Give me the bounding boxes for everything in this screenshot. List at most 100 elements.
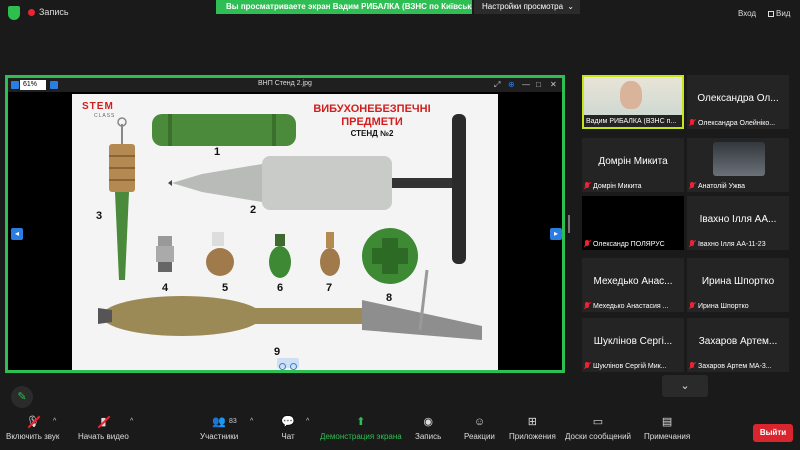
maximize-icon[interactable]: □ bbox=[536, 80, 541, 89]
muted-mic-icon bbox=[584, 362, 590, 369]
participant-name-large: Іваxно Ілля АА... bbox=[699, 214, 777, 225]
top-bar: Запись Вы просматриваете экран Вадим РИБ… bbox=[0, 0, 800, 26]
participant-name-large: Ирина Шпортко bbox=[701, 276, 775, 287]
close-icon[interactable]: ✕ bbox=[550, 80, 557, 89]
prev-image-icon[interactable]: ◂ bbox=[11, 228, 23, 240]
security-shield-icon[interactable] bbox=[8, 6, 20, 20]
zoom-in-icon[interactable]: ⊕ bbox=[508, 80, 515, 89]
grid-icon bbox=[768, 11, 774, 17]
chevron-down-icon: ⌄ bbox=[680, 380, 690, 392]
participant-tile[interactable]: Мехедько Анас... Мехедько Анастасия ... bbox=[582, 258, 684, 312]
participant-tile[interactable]: Олександра Ол... Олександра Олейніко... bbox=[687, 75, 789, 129]
participant-name-large: Захаров Артем... bbox=[698, 336, 778, 347]
panel-resize-handle[interactable] bbox=[568, 215, 570, 233]
whiteboards-label: Доски сообщений bbox=[565, 432, 632, 441]
zoom-level[interactable]: 61% bbox=[20, 80, 46, 90]
mic-muted-icon: 🎙 bbox=[26, 415, 41, 429]
muted-mic-icon bbox=[584, 240, 590, 247]
muted-mic-icon bbox=[689, 362, 695, 369]
participant-name: Анатолій Ужва bbox=[698, 183, 746, 190]
item-number: 7 bbox=[326, 282, 333, 294]
participant-tile[interactable]: Захаров Артем... Захаров Артем МА-3... bbox=[687, 318, 789, 372]
item-number: 8 bbox=[386, 292, 393, 304]
participant-tile[interactable]: Домрін Микита Домрін Микита bbox=[582, 138, 684, 192]
participant-name-large: Олександра Ол... bbox=[697, 93, 779, 104]
rotate-left-icon[interactable] bbox=[279, 363, 286, 370]
participant-name-large: Домрін Микита bbox=[598, 156, 668, 167]
view-button[interactable]: Вид bbox=[768, 9, 790, 18]
poster-title: ВИБУХОНЕБЕЗПЕЧНІ ПРЕДМЕТИ bbox=[310, 103, 434, 129]
chat-caret-icon[interactable]: ^ bbox=[306, 418, 309, 425]
item-number: 6 bbox=[277, 282, 284, 294]
next-image-icon[interactable]: ▸ bbox=[550, 228, 562, 240]
participant-name-large: Мехедько Анас... bbox=[593, 276, 673, 287]
annotate-pencil-icon[interactable]: ✎ bbox=[11, 386, 33, 408]
apps-label: Приложения bbox=[509, 432, 556, 441]
participants-count: 83 bbox=[229, 418, 237, 425]
muted-mic-icon bbox=[689, 240, 695, 247]
reactions-button[interactable]: ☺ Реакции bbox=[464, 416, 495, 441]
participant-tile[interactable]: Олександр ПОЛЯРУС bbox=[582, 196, 684, 250]
item-number: 5 bbox=[222, 282, 229, 294]
participant-name: Мехедько Анастасия ... bbox=[593, 303, 669, 310]
chat-icon: 💬 bbox=[281, 416, 295, 428]
participants-caret-icon[interactable]: ^ bbox=[250, 418, 253, 425]
shared-screen: 61% ВНП Стенд 2.jpg ⤢ ⊕ — □ ✕ ◂ ▸ STEM C… bbox=[5, 75, 565, 373]
record-label: Запись bbox=[415, 432, 442, 441]
fullscreen-icon[interactable]: ⤢ bbox=[494, 80, 500, 90]
notes-button[interactable]: ▤ Примечания bbox=[644, 416, 690, 441]
stem-logo-sub: CLASS bbox=[94, 113, 116, 119]
participant-tile[interactable]: Іваxно Ілля АА... Іваxно Ілля АА-11-23 bbox=[687, 196, 789, 250]
item-number: 2 bbox=[250, 204, 257, 216]
muted-mic-icon bbox=[689, 302, 695, 309]
participant-name-bar: Мехедько Анастасия ... bbox=[584, 302, 668, 310]
participant-tile[interactable]: Шуклінов Сергі... Шуклінов Сергій Мик... bbox=[582, 318, 684, 372]
participant-name-bar: Захаров Артем МА-3... bbox=[689, 362, 772, 370]
record-button[interactable]: ◉ Запись bbox=[415, 416, 441, 441]
poster-title-line1: ВИБУХОНЕБЕЗПЕЧНІ bbox=[313, 103, 431, 115]
rotate-right-icon[interactable] bbox=[290, 363, 297, 370]
whiteboards-button[interactable]: ▭ Доски сообщений bbox=[565, 416, 631, 441]
participant-tile[interactable]: Вадим РИБАЛКА (ВЗНС п... bbox=[582, 75, 684, 129]
video-options-caret-icon[interactable]: ^ bbox=[130, 418, 133, 425]
share-screen-button[interactable]: ⬆ Демонстрация экрана bbox=[320, 416, 402, 441]
leave-meeting-button[interactable]: Выйти bbox=[753, 424, 793, 442]
participant-name: Шуклінов Сергій Мик... bbox=[593, 363, 667, 370]
explosive-objects-poster: STEM CLASS ВИБУХОНЕБЕЗПЕЧНІ ПРЕДМЕТИ СТЕ… bbox=[72, 94, 498, 370]
participant-name: Олександра Олейніко... bbox=[698, 120, 776, 127]
view-label: Вид bbox=[776, 9, 791, 18]
participant-tile[interactable]: Ирина Шпортко Ирина Шпортко bbox=[687, 258, 789, 312]
chevron-down-icon: ⌄ bbox=[567, 2, 574, 11]
participant-tile[interactable]: Анатолій Ужва bbox=[687, 138, 789, 192]
muted-mic-icon bbox=[689, 182, 695, 189]
meeting-toolbar: 🎙 Включить звук ^ ▮ Начать видео ^ 👥 Уча… bbox=[0, 412, 800, 450]
participants-scroll-down-button[interactable]: ⌄ bbox=[662, 375, 708, 397]
muted-mic-icon bbox=[689, 119, 695, 126]
participant-face bbox=[620, 81, 642, 109]
participant-video bbox=[713, 142, 765, 176]
recording-indicator[interactable]: Запись bbox=[28, 7, 69, 17]
unmute-label: Включить звук bbox=[6, 432, 60, 441]
item-number: 1 bbox=[214, 146, 221, 158]
whiteboard-icon: ▭ bbox=[592, 416, 604, 428]
participant-name: Домрін Микита bbox=[593, 183, 642, 190]
view-options-dropdown[interactable]: Настройки просмотра ⌄ bbox=[474, 0, 580, 14]
participant-name: Іваxно Ілля АА-11-23 bbox=[698, 241, 766, 248]
apps-button[interactable]: ⊞ Приложения bbox=[509, 416, 556, 441]
participant-name-bar: Шуклінов Сергій Мик... bbox=[584, 362, 667, 370]
chat-label: Чат bbox=[281, 432, 295, 441]
image-pager[interactable] bbox=[277, 358, 299, 370]
share-screen-label: Демонстрация экрана bbox=[320, 432, 402, 441]
file-title: ВНП Стенд 2.jpg bbox=[258, 80, 312, 87]
participant-video bbox=[584, 77, 682, 115]
audio-options-caret-icon[interactable]: ^ bbox=[53, 418, 56, 425]
item-number: 3 bbox=[96, 210, 103, 222]
participant-name: Захаров Артем МА-3... bbox=[698, 363, 772, 370]
fit-icon[interactable] bbox=[50, 81, 58, 89]
unmute-button[interactable]: 🎙 Включить звук bbox=[6, 415, 60, 441]
chat-button[interactable]: 💬 Чат bbox=[281, 416, 295, 441]
enter-button[interactable]: Вход bbox=[738, 9, 756, 18]
participant-name-bar: Домрін Микита bbox=[584, 182, 642, 190]
start-video-button[interactable]: ▮ Начать видео bbox=[78, 415, 129, 441]
minimize-icon[interactable]: — bbox=[522, 80, 530, 89]
